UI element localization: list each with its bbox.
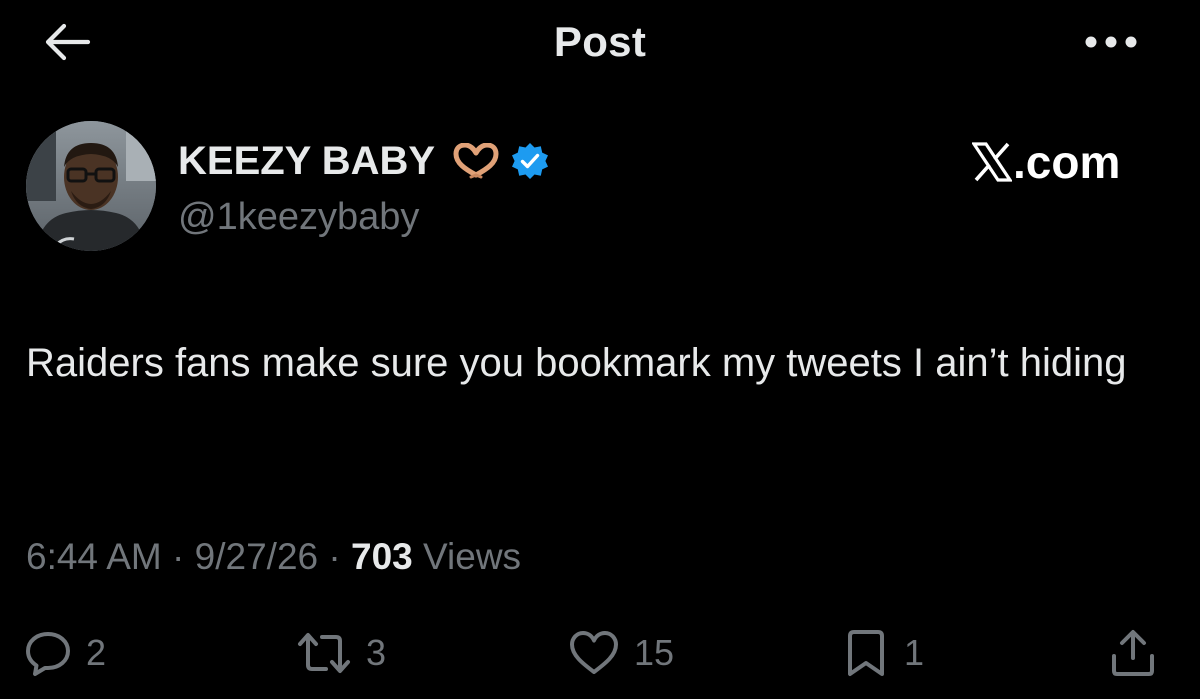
bookmark-icon [842,628,890,678]
post-meta: 6:44 AM · 9/27/26 · 703 Views [26,536,521,578]
reply-count: 2 [86,632,107,673]
watermark-text: .com [1013,136,1121,188]
verified-badge-icon[interactable] [511,142,549,180]
more-horizontal-icon [1081,35,1141,49]
action-bar: 2 3 15 1 [0,620,1200,690]
heart-icon [568,629,620,677]
repost-icon [296,629,352,677]
views-count: 703 [351,536,413,577]
reply-button[interactable]: 2 [24,620,106,686]
bookmark-button[interactable]: 1 [842,620,924,686]
heart-hands-emoji-icon [451,143,501,179]
post-time[interactable]: 6:44 AM [26,536,162,577]
repost-button[interactable]: 3 [296,620,386,686]
top-bar: Post [0,0,1200,84]
x-logo-icon [972,142,1012,182]
like-count: 15 [634,632,675,673]
views-label: Views [423,536,522,577]
watermark: .com [972,136,1120,188]
page-title: Post [553,18,647,65]
share-button[interactable] [1108,620,1158,686]
author-display-name[interactable]: KEEZY BABY [178,139,435,184]
bookmark-count: 1 [904,632,925,673]
meta-separator: · [172,536,185,577]
share-icon [1108,628,1158,678]
meta-separator: · [328,536,341,577]
like-button[interactable]: 15 [568,620,674,686]
post-date[interactable]: 9/27/26 [195,536,318,577]
more-options-button[interactable] [1078,24,1144,60]
reply-icon [24,629,72,677]
post-text: Raiders fans make sure you bookmark my t… [26,341,1127,385]
repost-count: 3 [366,632,387,673]
avatar[interactable] [26,121,156,251]
author-handle[interactable]: @1keezybaby [178,196,419,239]
author-display-name-row[interactable]: KEEZY BABY [178,138,549,184]
